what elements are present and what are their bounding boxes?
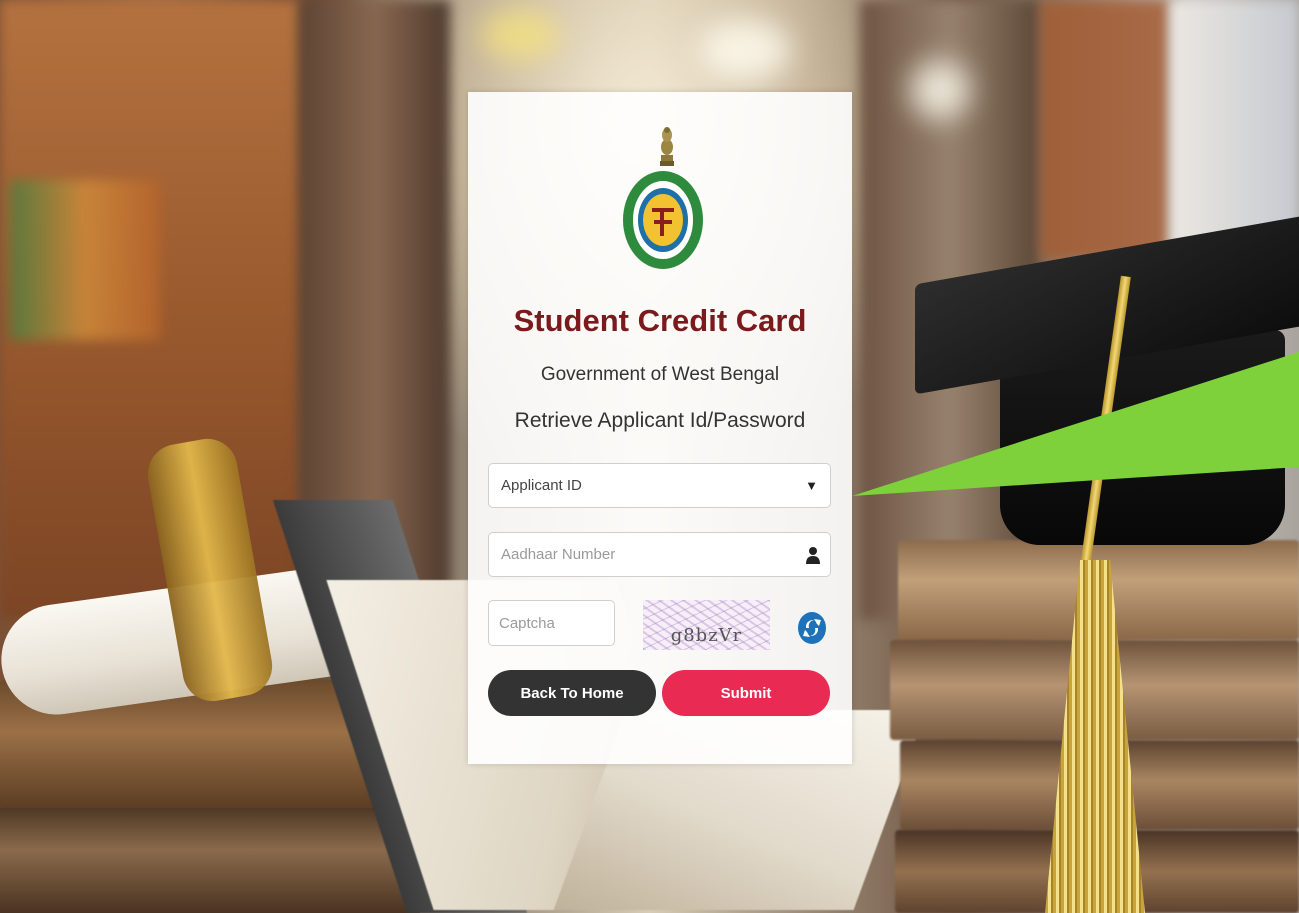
page-title: Student Credit Card	[513, 303, 807, 338]
user-icon	[806, 546, 820, 564]
government-subtitle: Government of West Bengal	[540, 364, 780, 385]
aadhaar-field	[488, 532, 831, 577]
retrieve-type-selected-value: Applicant ID	[501, 477, 582, 494]
back-to-home-button[interactable]: Back To Home	[488, 670, 656, 716]
west-bengal-seal-icon	[623, 171, 703, 269]
form-heading: Retrieve Applicant Id/Password	[514, 409, 806, 432]
submit-button[interactable]: Submit	[662, 670, 830, 716]
refresh-captcha-icon[interactable]	[796, 610, 828, 646]
dropdown-arrow-icon: ▼	[805, 478, 818, 493]
captcha-image-text: g8bzVr	[670, 625, 743, 646]
captcha-input[interactable]	[488, 600, 615, 646]
aadhaar-input[interactable]	[489, 532, 806, 577]
national-emblem-icon	[660, 127, 674, 166]
retrieve-type-select[interactable]: Applicant ID ▼	[488, 463, 831, 508]
captcha-image: g8bzVr	[643, 600, 770, 650]
